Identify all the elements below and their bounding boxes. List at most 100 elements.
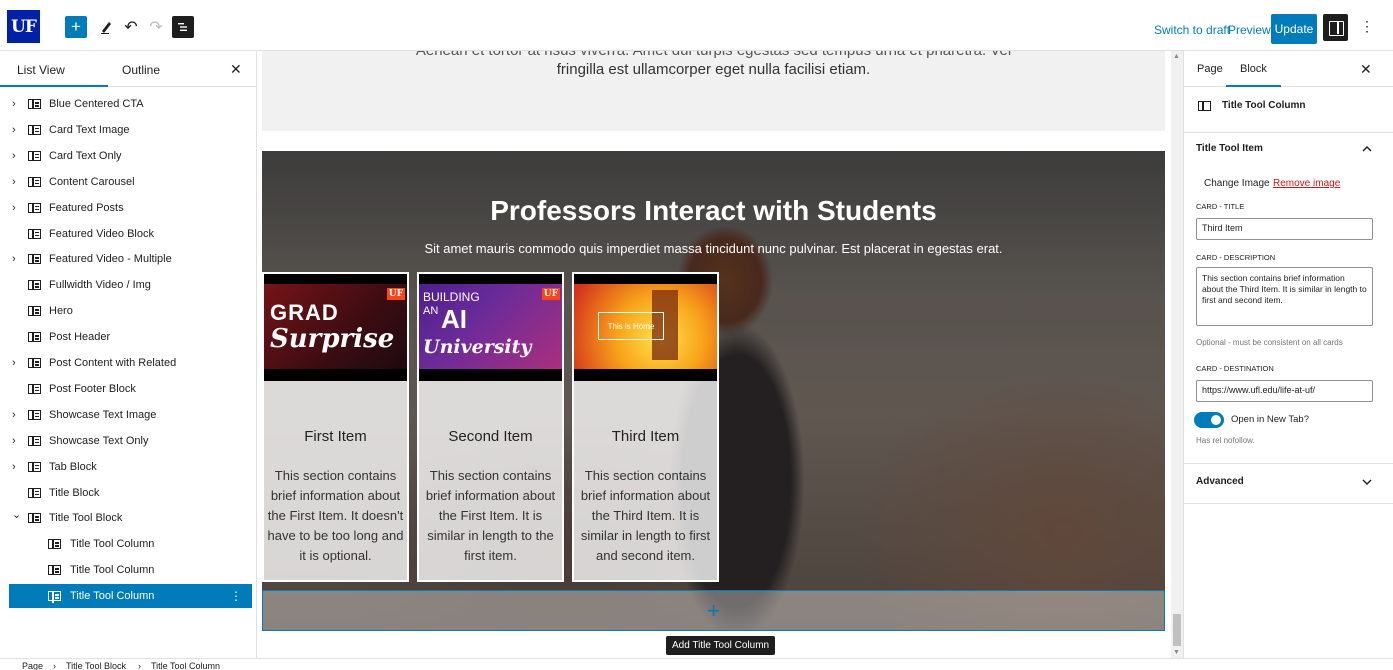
card-image-text: AI [441,304,467,334]
list-view-item[interactable]: › Showcase Text Only [0,429,257,453]
list-view-item-label: Featured Video Block [49,227,154,240]
update-button[interactable]: Update [1271,14,1317,44]
switch-to-draft-button[interactable]: Switch to draft [1154,23,1230,37]
add-title-tool-column-button[interactable]: + [262,590,1165,631]
title-tool-column-card[interactable]: BUILDING AN AI University UF Second Item… [417,272,564,582]
breadcrumb-title-tool-column[interactable]: Title Tool Column [151,661,220,670]
card-description[interactable]: This section contains brief information … [264,466,407,566]
card-description-textarea[interactable]: This section contains brief information … [1196,267,1373,326]
card-destination-input[interactable]: https://www.ufl.edu/life-at-uf/ [1196,380,1373,402]
list-view-item[interactable]: › Card Text Image [0,118,257,142]
chevron-up-icon[interactable] [1362,144,1372,155]
breadcrumb-separator: › [138,661,141,670]
scroll-up-icon[interactable]: ▲ [1173,53,1180,60]
chevron-right-icon[interactable]: › [12,176,16,188]
list-view-item[interactable]: Fullwidth Video / Img [0,273,257,297]
image-band [264,369,407,381]
title-tool-column-card[interactable]: This is Home Third Item This section con… [572,272,719,582]
block-settings-sidebar: Page Block ✕ Title Tool Column Title Too… [1183,51,1393,658]
list-view-item[interactable]: › Featured Posts [0,196,257,220]
list-view-toggle-icon[interactable] [172,16,194,38]
close-icon[interactable]: ✕ [1360,61,1372,78]
open-new-tab-toggle[interactable] [1194,412,1224,428]
block-icon [28,254,41,265]
chevron-right-icon[interactable]: › [12,98,16,110]
settings-sidebar-icon[interactable] [1323,14,1348,41]
block-icon [28,150,41,161]
card-image[interactable]: BUILDING AN AI University UF [419,274,562,381]
list-view-item-label: Featured Video - Multiple [49,253,172,266]
site-logo[interactable]: UF [7,10,40,43]
close-icon[interactable]: ✕ [230,61,242,78]
change-image-button[interactable]: Change Image [1204,178,1270,189]
tab-page[interactable]: Page [1197,63,1223,75]
chevron-right-icon[interactable]: › [12,150,16,162]
list-view-item[interactable]: Featured Video Block [0,222,257,246]
breadcrumb-title-tool-block[interactable]: Title Tool Block [66,661,126,670]
block-icon [1198,101,1211,111]
card-title[interactable]: First Item [264,428,407,445]
chevron-right-icon[interactable]: › [12,253,16,265]
remove-image-link[interactable]: Remove image [1273,178,1340,189]
list-view-item[interactable]: › Blue Centered CTA [0,92,257,116]
chevron-right-icon[interactable]: › [12,357,16,369]
tab-list-view[interactable]: List View [0,63,108,87]
card-title[interactable]: Second Item [419,428,562,445]
tools-pencil-icon[interactable] [97,16,115,38]
tab-outline[interactable]: Outline [122,63,160,77]
hero-subtitle[interactable]: Sit amet mauris commodo quis imperdiet m… [262,241,1165,256]
list-view-item-label: Featured Posts [49,201,124,214]
list-view-item[interactable]: Title Tool Column [0,558,257,582]
chevron-right-icon[interactable]: › [12,124,16,136]
preview-button[interactable]: Preview [1228,23,1271,37]
chevron-down-icon[interactable]: ⌄ [12,508,21,521]
list-view-item-label: Card Text Only [49,149,122,162]
add-block-button[interactable]: + [65,16,87,38]
redo-button[interactable]: ↷ [147,16,165,38]
card-image[interactable]: GRAD Surprise UF [264,274,407,381]
list-view-item[interactable]: Post Header [0,325,257,349]
chevron-right-icon[interactable]: › [12,409,16,421]
open-new-tab-label[interactable]: Open in New Tab? [1231,414,1309,425]
image-band [419,274,562,284]
chevron-right-icon[interactable]: › [12,461,16,473]
list-view-item[interactable]: Title Tool Column [0,532,257,556]
undo-button[interactable]: ↶ [122,16,140,38]
list-view-item-label: Showcase Text Only [49,434,149,447]
scrollbar-thumb[interactable] [1173,614,1181,646]
text-section-block[interactable]: Aenean et tortor at risus viverra. Amet … [262,51,1165,131]
card-title[interactable]: Third Item [574,428,717,445]
more-options-icon[interactable]: ⋮ [230,589,242,603]
list-view-item[interactable]: › Post Content with Related [0,351,257,375]
list-view-item-selected[interactable]: Title Tool Column ⋮ [9,584,252,609]
chevron-right-icon[interactable]: › [12,202,16,214]
hero-title[interactable]: Professors Interact with Students [262,195,1165,227]
tab-block[interactable]: Block [1226,63,1281,87]
list-view-item[interactable]: › Tab Block [0,455,257,479]
list-view-item[interactable]: ⌄ Title Tool Block [0,506,257,530]
list-view-item[interactable]: › Content Carousel [0,170,257,194]
card-image[interactable]: This is Home [574,274,717,381]
title-tool-column-card[interactable]: GRAD Surprise UF First Item This section… [262,272,409,582]
scroll-down-icon[interactable]: ▼ [1173,649,1180,656]
list-view-item[interactable]: › Card Text Only [0,144,257,168]
list-view-item-label: Post Header [49,331,111,344]
list-view-item[interactable]: Hero [0,299,257,323]
list-view-item[interactable]: › Showcase Text Image [0,403,257,427]
canvas-scrollbar[interactable]: ▲ ▼ [1171,51,1183,658]
panel-advanced[interactable]: Advanced [1196,476,1244,487]
chevron-right-icon[interactable]: › [12,435,16,447]
breadcrumb-page[interactable]: Page [22,661,43,670]
title-tool-block[interactable]: Professors Interact with Students Sit am… [262,151,1165,631]
more-options-icon[interactable]: ⋮ [1360,18,1374,35]
list-view-item[interactable]: Title Block [0,481,257,505]
list-view-item-label: Tab Block [49,460,97,473]
card-description[interactable]: This section contains brief information … [574,466,717,566]
chevron-down-icon[interactable] [1362,478,1372,489]
panel-title-tool-item[interactable]: Title Tool Item [1196,143,1263,154]
card-description[interactable]: This section contains brief information … [419,466,562,566]
card-title-input[interactable]: Third Item [1196,218,1373,240]
list-view-item[interactable]: › Featured Video - Multiple [0,247,257,271]
list-view-item[interactable]: Post Footer Block [0,377,257,401]
optional-help-text: Optional - must be consistent on all car… [1196,338,1343,347]
